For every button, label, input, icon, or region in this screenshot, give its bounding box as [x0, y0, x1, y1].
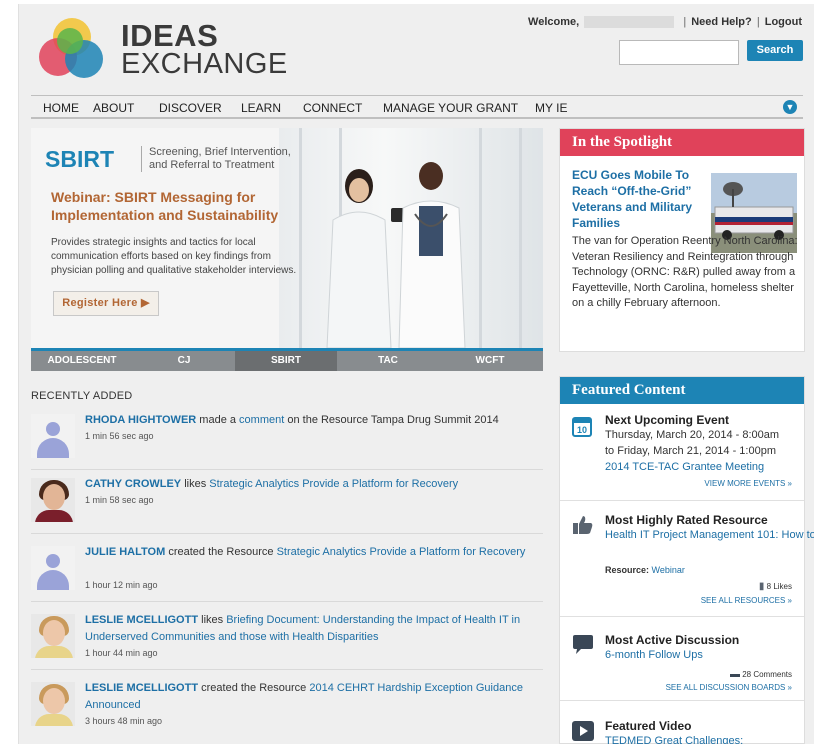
recently-added-heading: RECENTLY ADDED — [31, 390, 133, 402]
view-more-events-link[interactable]: VIEW MORE EVENTS » — [704, 479, 792, 488]
thumbs-up-icon — [572, 515, 594, 537]
timestamp: 3 hours 48 min ago — [85, 716, 163, 726]
discussion-link[interactable]: 6-month Follow Ups — [605, 649, 703, 661]
item-link[interactable]: Strategic Analytics Provide a Platform f… — [209, 478, 458, 490]
search-input[interactable] — [619, 40, 739, 65]
hero-tagline-2: and Referral to Treatment — [149, 159, 275, 171]
tab-adolescent[interactable]: ADOLESCENT — [31, 351, 133, 371]
event-start: Thursday, March 20, 2014 - 8:00am — [605, 429, 780, 441]
site-logo[interactable]: IDEAS EXCHANGE — [39, 14, 299, 84]
event-heading: Next Upcoming Event — [605, 413, 730, 427]
nav-item-manage-grant[interactable]: MANAGE YOUR GRANT — [383, 101, 518, 115]
logo-mark-icon — [39, 18, 107, 82]
spotlight-panel: In the Spotlight ECU Goes Mobile To Reac… — [559, 128, 805, 352]
svg-text:10: 10 — [577, 425, 587, 435]
nav-item-home[interactable]: HOME — [43, 101, 79, 115]
list-item: LESLIE MCELLIGOTT created the Resource 2… — [31, 676, 543, 738]
tab-wcft[interactable]: WCFT — [439, 351, 541, 371]
event-end: to Friday, March 21, 2014 - 1:00pm — [605, 445, 776, 457]
list-item: LESLIE MCELLIGOTT likes Briefing Documen… — [31, 608, 543, 670]
resource-label: Resource: — [605, 565, 650, 575]
resource-heading: Most Highly Rated Resource — [605, 513, 768, 527]
logo-text-exchange: EXCHANGE — [121, 48, 288, 80]
page: IDEAS EXCHANGE Welcome, | Need Help? | L… — [18, 4, 814, 744]
doctors-photo — [326, 162, 466, 348]
search-button[interactable]: Search — [747, 40, 803, 61]
likes-count: ▮ 8 Likes — [758, 581, 792, 592]
see-all-resources-link[interactable]: SEE ALL RESOURCES » — [701, 596, 792, 605]
featured-content-panel: Featured Content 10 Next Upcoming Event … — [559, 376, 814, 744]
tab-sbirt[interactable]: SBIRT — [235, 351, 337, 371]
hero-tabs: ADOLESCENT CJ SBIRT TAC WCFT — [31, 348, 543, 371]
user-name-link[interactable]: CATHY CROWLEY — [85, 478, 181, 490]
featured-video: Featured Video TEDMED Great Challenges: — [560, 719, 804, 744]
hero-description: Provides strategic insights and tactics … — [51, 237, 297, 276]
nav-item-learn[interactable]: LEARN — [241, 101, 281, 115]
hero-carousel: SBIRT Screening, Brief Intervention, and… — [31, 128, 543, 371]
need-help-link[interactable]: Need Help? — [691, 16, 752, 28]
resource-link[interactable]: Health IT Project Management 101: How to… — [605, 529, 814, 541]
tab-cj[interactable]: CJ — [133, 351, 235, 371]
user-bar: Welcome, | Need Help? | Logout — [528, 16, 802, 29]
avatar[interactable] — [31, 614, 75, 658]
list-item: CATHY CROWLEY likes Strategic Analytics … — [31, 472, 543, 534]
comments-count: ▬ 28 Comments — [729, 669, 792, 680]
nav-item-about[interactable]: ABOUT — [93, 101, 134, 115]
timestamp: 1 min 56 sec ago — [85, 431, 154, 441]
logout-link[interactable]: Logout — [765, 16, 802, 28]
user-name-link[interactable]: LESLIE MCELLIGOTT — [85, 682, 198, 694]
main-nav: HOME ABOUT DISCOVER LEARN CONNECT MANAGE… — [31, 95, 803, 119]
spotlight-title-link[interactable]: ECU Goes Mobile To Reach “Off-the-Grid” … — [572, 167, 712, 231]
list-item: RHODA HIGHTOWER made a comment on the Re… — [31, 408, 543, 470]
user-name-link[interactable]: LESLIE MCELLIGOTT — [85, 614, 198, 626]
timestamp: 1 hour 12 min ago — [85, 580, 158, 590]
speech-bubble-icon — [572, 635, 594, 657]
discussion-heading: Most Active Discussion — [605, 633, 740, 647]
avatar[interactable] — [31, 478, 75, 522]
item-link[interactable]: comment — [239, 414, 284, 426]
timestamp: 1 hour 44 min ago — [85, 648, 158, 658]
video-heading: Featured Video — [605, 719, 692, 733]
user-name-link[interactable]: RHODA HIGHTOWER — [85, 414, 196, 426]
featured-heading: Featured Content — [560, 377, 804, 404]
nav-item-my-ie[interactable]: MY IE — [535, 101, 567, 115]
item-link[interactable]: Strategic Analytics Provide a Platform f… — [277, 546, 526, 558]
resource-type-link[interactable]: Webinar — [652, 565, 685, 575]
hero-title[interactable]: Webinar: SBIRT Messaging for Implementat… — [51, 188, 291, 224]
list-item: JULIE HALTOM created the Resource Strate… — [31, 540, 543, 602]
avatar[interactable] — [31, 546, 75, 590]
register-here-button[interactable]: Register Here ▶ — [53, 291, 159, 316]
play-icon — [572, 721, 594, 743]
avatar[interactable] — [31, 682, 75, 726]
featured-resource: Most Highly Rated Resource Health IT Pro… — [560, 513, 814, 617]
spotlight-body: The van for Operation Reentry North Caro… — [572, 235, 798, 309]
featured-discussion: Most Active Discussion 6-month Follow Up… — [560, 633, 804, 701]
featured-event: 10 Next Upcoming Event Thursday, March 2… — [560, 413, 804, 501]
welcome-text: Welcome, — [528, 16, 580, 29]
user-name-redacted — [584, 16, 675, 29]
user-name-link[interactable]: JULIE HALTOM — [85, 546, 165, 558]
thumbs-up-small-icon: ▮ — [758, 581, 765, 592]
event-link[interactable]: 2014 TCE-TAC Grantee Meeting — [605, 461, 764, 473]
nav-item-connect[interactable]: CONNECT — [303, 101, 362, 115]
calendar-icon: 10 — [572, 415, 594, 437]
hero-brand: SBIRT — [45, 146, 114, 172]
tab-tac[interactable]: TAC — [337, 351, 439, 371]
comment-small-icon: ▬ — [729, 669, 740, 680]
nav-item-discover[interactable]: DISCOVER — [159, 101, 222, 115]
see-all-discussions-link[interactable]: SEE ALL DISCUSSION BOARDS » — [666, 683, 792, 692]
hero-tagline-1: Screening, Brief Intervention, — [149, 146, 291, 158]
chevron-down-icon[interactable]: ▼ — [783, 100, 797, 114]
video-link[interactable]: TEDMED Great Challenges: — [605, 735, 743, 744]
spotlight-heading: In the Spotlight — [560, 129, 804, 156]
avatar[interactable] — [31, 414, 75, 458]
timestamp: 1 min 58 sec ago — [85, 495, 154, 505]
